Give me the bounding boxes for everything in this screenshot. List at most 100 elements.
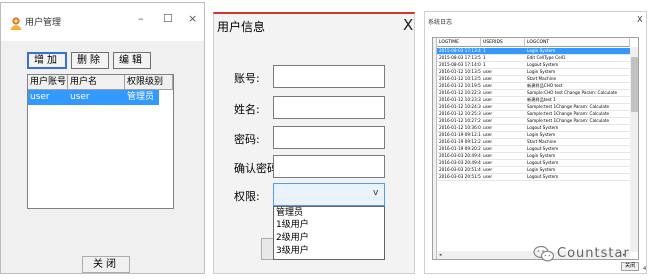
delete-user-button[interactable]: 删除 <box>71 52 109 69</box>
log-row[interactable]: 2016-01-19 09:12:22 user Start Machine <box>437 139 630 146</box>
column-header-level[interactable]: 权限级别 <box>125 75 173 90</box>
log-time-cell: 2016-03-03 20:51:53 <box>439 174 481 179</box>
confirm-password-field[interactable] <box>273 155 385 178</box>
log-user-cell: user <box>483 167 493 172</box>
log-time-cell: 2016-01-12 10:24:39 <box>439 104 481 109</box>
column-header-userids[interactable]: USERIDS <box>481 38 525 47</box>
log-content-cell: Sample:test 1Change Param: Calculate <box>527 118 610 123</box>
close-button[interactable]: 关闭 <box>82 256 130 273</box>
log-content-cell: Logout System <box>527 125 559 130</box>
log-row[interactable]: 2016-03-03 20:51:53 user Logout System <box>437 174 630 181</box>
cell-level: 管理员 <box>127 92 155 102</box>
window-title: 用户信息 <box>217 20 266 34</box>
window-title: 系统日志 <box>428 19 453 26</box>
log-time-cell: 2016-01-19 09:12:19 <box>439 132 481 137</box>
log-user-cell: 1 <box>483 55 486 60</box>
log-content-cell: Start Machine <box>527 76 557 81</box>
log-user-cell: user <box>483 160 493 165</box>
password-field[interactable] <box>273 126 385 149</box>
log-row[interactable]: 2016-01-12 10:36:05 user Logout System <box>437 125 630 132</box>
account-label: 账号: <box>234 72 260 85</box>
log-user-cell: user <box>483 83 493 88</box>
cell-account: user <box>30 92 50 102</box>
log-user-cell: user <box>483 97 493 102</box>
column-header-logtime[interactable]: LOGTIME <box>437 38 481 47</box>
add-user-button[interactable]: 增加 <box>27 52 67 69</box>
log-user-cell: 1 <box>483 62 486 67</box>
log-row[interactable]: 2016-01-12 10:13:56 user Login System <box>437 69 630 76</box>
log-row[interactable]: 2016-01-12 10:24:39 user Sample:test 1Chan… <box>437 104 630 111</box>
log-user-cell: user <box>483 132 493 137</box>
log-time-cell: 2016-01-12 10:13:58 <box>439 76 481 81</box>
log-user-cell: user <box>483 111 493 116</box>
wechat-icon <box>533 245 555 267</box>
close-window-button[interactable]: × <box>188 12 197 25</box>
app-icon <box>9 15 23 30</box>
log-row[interactable]: 2016-01-19 09:20:26 user Logout System <box>437 146 630 153</box>
log-row[interactable]: 2015-08-03 17:13:59 1 Edit CellType Cell1 <box>437 55 630 62</box>
log-time-cell: 2016-03-03 20:49:47 <box>439 160 481 165</box>
account-field[interactable] <box>273 65 385 88</box>
log-time-cell: 2015-08-03 17:13:49 <box>439 48 481 53</box>
scroll-thumb[interactable] <box>631 57 638 112</box>
scroll-left-icon[interactable]: ◂ <box>439 252 442 258</box>
close-icon[interactable]: X <box>403 16 413 34</box>
user-management-window: 用户管理 – ☐ × 增加 删除 编辑 用户账号 用户名 权限级别 user u… <box>0 2 205 274</box>
log-row[interactable]: ▸ 2015-08-03 17:13:49 1 Login System <box>433 48 630 55</box>
log-content-cell: Edit CellType Cell1 <box>527 55 566 60</box>
log-user-cell: user <box>483 76 493 81</box>
log-content-cell: Login System <box>527 153 556 158</box>
option-level-3[interactable]: 3级用户 <box>276 246 309 257</box>
log-time-cell: 2016-01-12 10:22:32 <box>439 90 481 95</box>
log-content-cell: Logout System <box>527 146 559 151</box>
window-title: 用户管理 <box>25 18 62 28</box>
column-header-logcont[interactable]: LOGCONT <box>525 38 630 47</box>
option-level-2[interactable]: 2级用户 <box>276 233 309 244</box>
column-header-name[interactable]: 用户名 <box>68 75 125 90</box>
log-content-cell: 新建样品CHO test <box>527 83 563 88</box>
permission-dropdown: 管理员 1级用户 2级用户 3级用户 <box>273 206 385 260</box>
minimize-button[interactable]: – <box>138 12 144 25</box>
option-level-1[interactable]: 1级用户 <box>276 220 309 231</box>
password-label: 密码: <box>234 133 260 146</box>
log-row[interactable]: 2016-01-12 10:27:29 user Sample:test 1Chan… <box>437 118 630 125</box>
log-user-cell: user <box>483 118 493 123</box>
option-admin[interactable]: 管理员 <box>276 208 303 219</box>
log-user-cell: user <box>483 174 493 179</box>
watermark: Countstar <box>527 244 647 264</box>
log-row[interactable]: 2016-03-03 20:51:41 user Login System <box>437 167 630 174</box>
log-content-cell: Logout System <box>527 174 559 179</box>
permission-select[interactable]: v <box>273 183 385 206</box>
name-label: 姓名: <box>234 103 260 116</box>
log-content-cell: Start Machine <box>527 139 557 144</box>
name-field[interactable] <box>273 96 385 119</box>
column-header-account[interactable]: 用户账号 <box>28 75 68 90</box>
log-user-cell: user <box>483 153 493 158</box>
log-user-cell: user <box>483 69 493 74</box>
log-time-cell: 2015-08-03 17:13:59 <box>439 55 481 60</box>
log-row[interactable]: 2016-01-12 10:22:32 user Sample:CHO test C… <box>437 90 630 97</box>
watermark-text: Countstar <box>557 246 630 261</box>
log-time-cell: 2016-01-19 09:20:26 <box>439 146 481 151</box>
log-user-cell: user <box>483 104 493 109</box>
log-row[interactable]: 2016-03-03 20:49:47 user Logout System <box>437 160 630 167</box>
close-icon[interactable]: X <box>637 15 642 24</box>
log-row[interactable]: 2016-01-12 10:23:39 user 新建样品test 1 <box>437 97 630 104</box>
log-time-cell: 2016-01-19 09:12:22 <box>439 139 481 144</box>
log-row[interactable]: 2016-01-12 10:25:33 user Sample:test 1Chan… <box>437 111 630 118</box>
maximize-button[interactable]: ☐ <box>163 12 173 25</box>
log-row[interactable]: 2016-01-12 10:19:54 user 新建样品CHO test <box>437 83 630 90</box>
log-user-cell: user <box>483 90 493 95</box>
log-row[interactable]: 2016-03-03 20:49:43 user Login System <box>437 153 630 160</box>
permission-label: 权限: <box>234 190 260 203</box>
log-row[interactable]: 2016-01-12 10:13:58 user Start Machine <box>437 76 630 83</box>
log-time-cell: 2016-03-03 20:49:43 <box>439 153 481 158</box>
log-table: LOGTIME USERIDS LOGCONT ▸ 2015-08-03 17:1… <box>432 37 639 260</box>
log-row[interactable]: 2016-01-19 09:12:19 user Login System <box>437 132 630 139</box>
log-row[interactable]: 2015-08-03 17:14:03 1 Logout System <box>437 62 630 69</box>
log-user-cell: user <box>483 125 493 130</box>
obscured-button[interactable] <box>261 238 273 260</box>
log-time-cell: 2016-03-03 20:51:41 <box>439 167 481 172</box>
log-user-cell: user <box>483 146 493 151</box>
edit-user-button[interactable]: 编辑 <box>113 52 151 69</box>
